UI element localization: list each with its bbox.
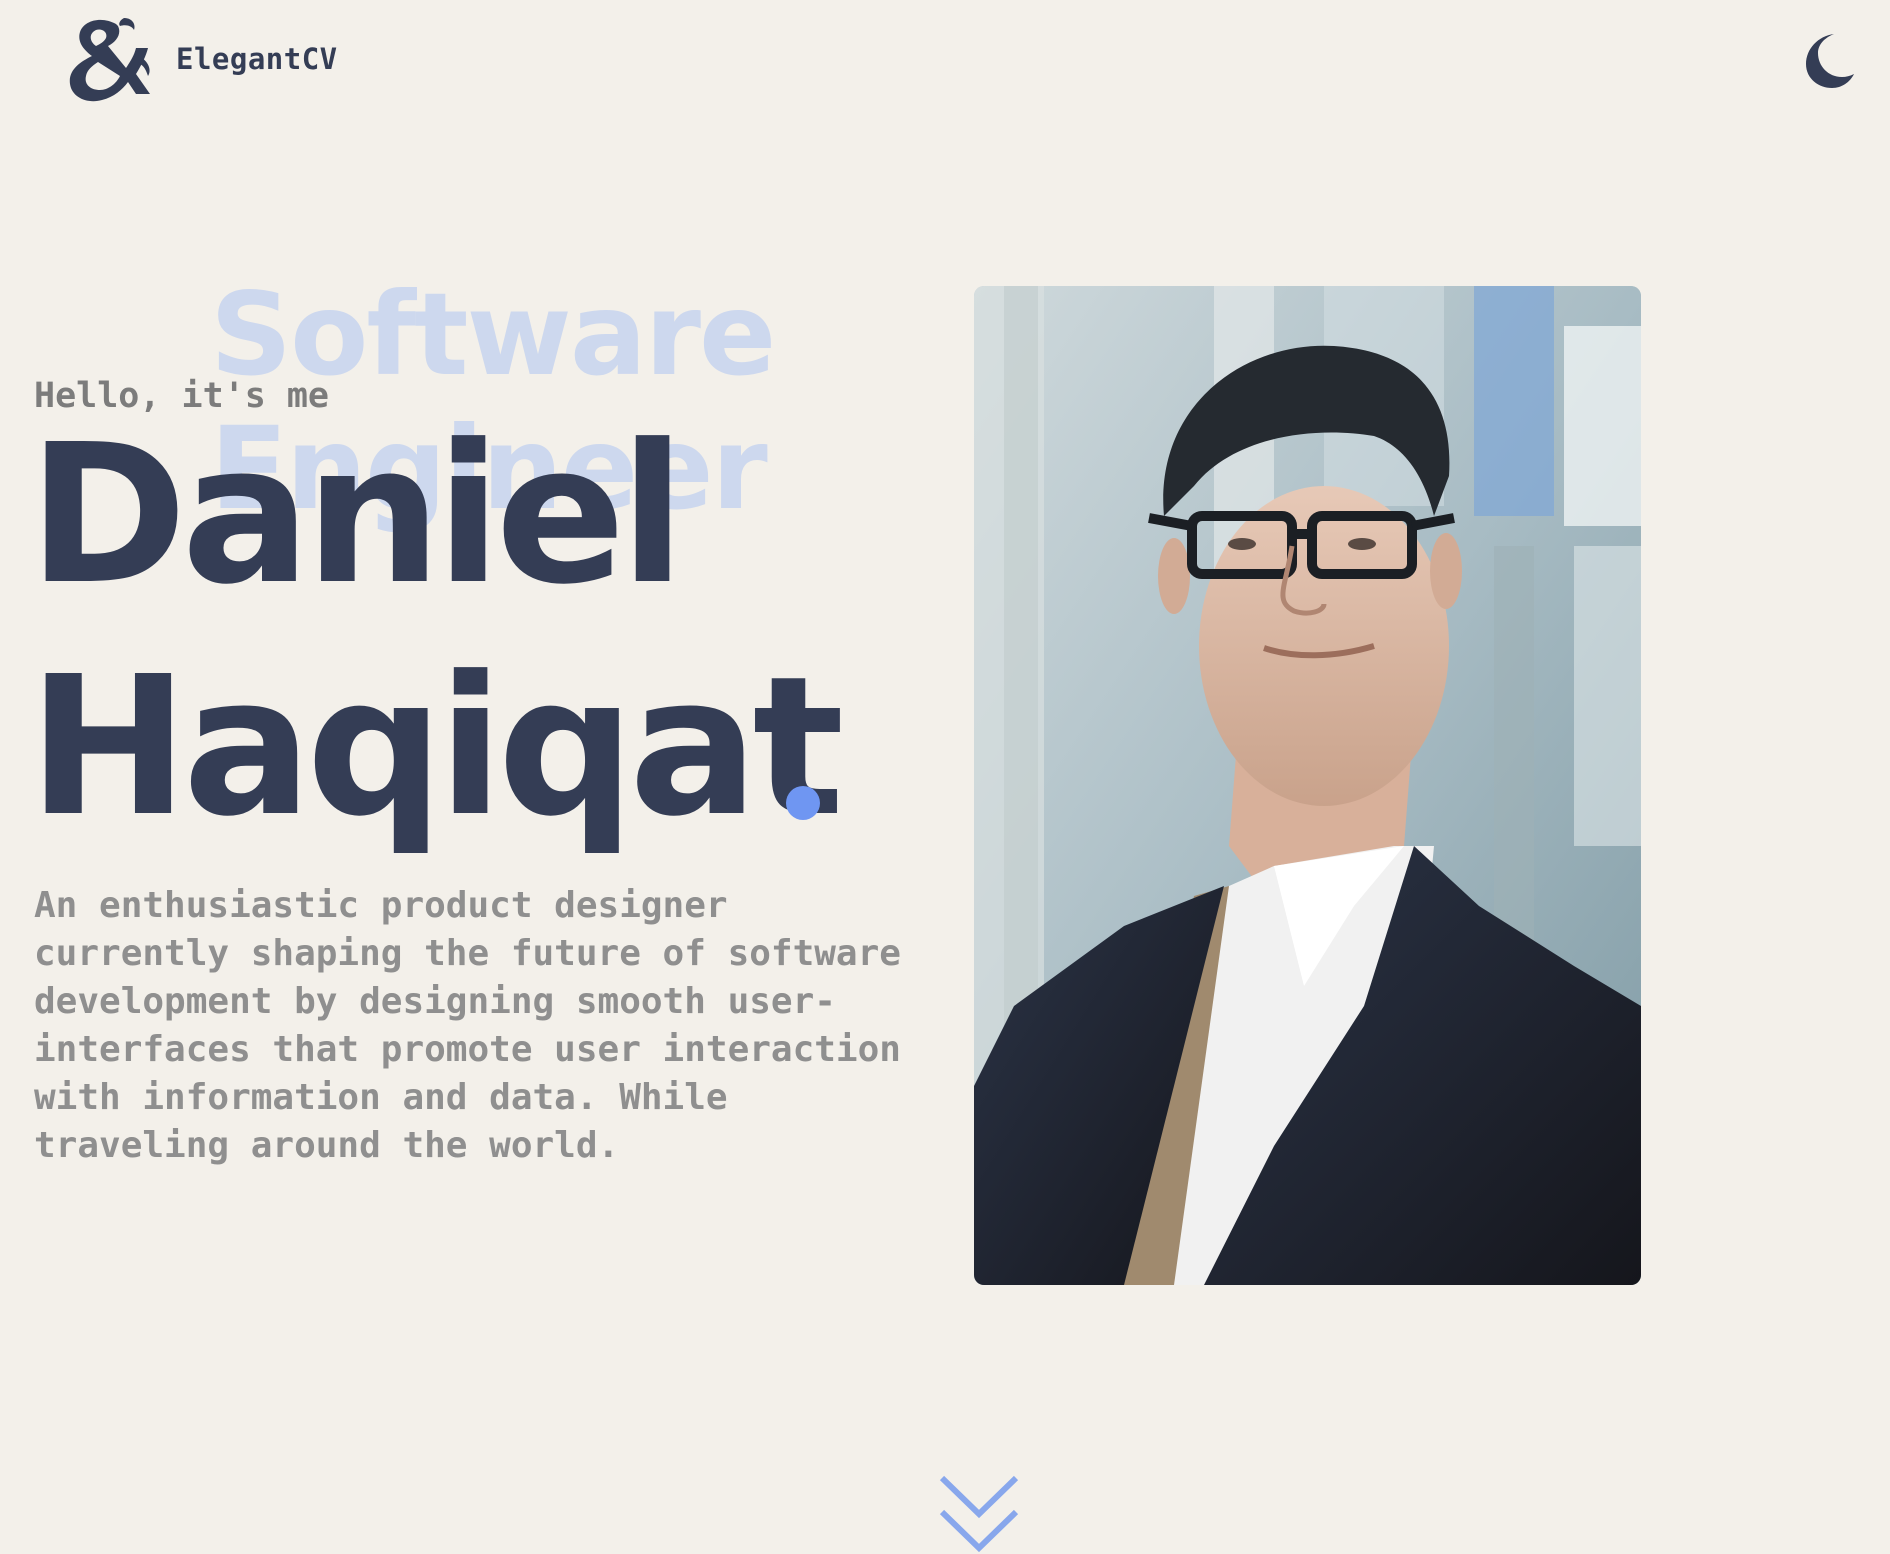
double-chevron-down-icon[interactable] [938, 1474, 1020, 1554]
accent-dot [786, 786, 820, 820]
last-name: Haqiqat [28, 636, 844, 859]
profile-photo [974, 286, 1641, 1285]
moon-icon[interactable] [1796, 30, 1856, 90]
brand-name[interactable]: ElegantCV [176, 42, 338, 76]
person-name: Daniel Haqiqat [28, 400, 844, 864]
page: ElegantCV Software Engineer Hello, it's … [0, 0, 1890, 1554]
first-name: Daniel [28, 404, 685, 627]
bio-paragraph: An enthusiastic product designer current… [34, 885, 901, 1166]
ampersand-dragon-logo-icon[interactable] [62, 14, 154, 106]
